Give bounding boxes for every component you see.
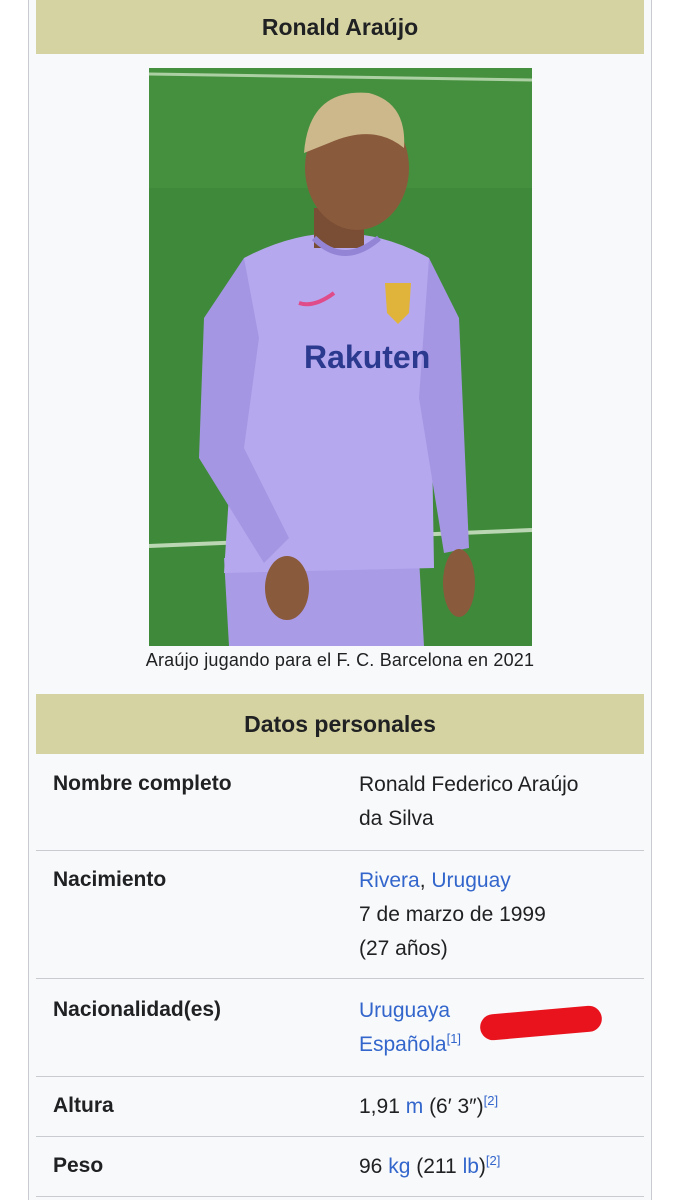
sponsor-text: Rakuten — [304, 339, 430, 375]
reference-2[interactable]: [2] — [484, 1093, 498, 1108]
row-value: Ronald Federico Araújo da Silva — [359, 768, 639, 836]
row-label: Peso — [53, 1154, 104, 1177]
reference-1[interactable]: [1] — [447, 1031, 461, 1046]
row-divider — [36, 850, 644, 851]
link-rivera[interactable]: Rivera — [359, 869, 420, 892]
row-label: Nacionalidad(es) — [53, 998, 222, 1021]
row-label: Nacimiento — [53, 868, 167, 891]
weight-value: 96 — [359, 1155, 383, 1178]
link-uruguay[interactable]: Uruguay — [431, 869, 510, 892]
row-label: Altura — [53, 1094, 114, 1117]
link-kilogram[interactable]: kg — [388, 1155, 410, 1178]
link-espanola[interactable]: Española — [359, 1033, 447, 1056]
infobox-title: Ronald Araújo — [36, 0, 644, 54]
link-uruguaya[interactable]: Uruguaya — [359, 999, 450, 1022]
row-peso: Peso 96 kg (211 lb)[2] — [36, 1150, 644, 1190]
full-name-line-1: Ronald Federico Araújo — [359, 773, 579, 796]
reference-2[interactable]: [2] — [486, 1153, 500, 1168]
age: (27 años) — [359, 937, 448, 960]
height-value: 1,91 — [359, 1095, 400, 1118]
birth-date: 7 de marzo de 1999 — [359, 903, 546, 926]
row-altura: Altura 1,91 m (6′ 3″)[2] — [36, 1090, 644, 1130]
section-header-datos-personales: Datos personales — [36, 694, 644, 754]
birth-place-separator: , — [419, 869, 426, 892]
image-caption: Araújo jugando para el F. C. Barcelona e… — [145, 650, 535, 670]
row-divider — [36, 1136, 644, 1137]
row-divider — [36, 1076, 644, 1077]
row-divider — [36, 1196, 644, 1197]
weight-imperial-close: ) — [478, 1155, 486, 1178]
height-imperial: (6′ 3″) — [429, 1095, 484, 1118]
full-name-line-2: da Silva — [359, 807, 434, 830]
player-photo[interactable]: Rakuten — [149, 68, 532, 646]
row-label: Nombre completo — [53, 772, 232, 795]
link-metre[interactable]: m — [406, 1095, 424, 1118]
row-value: 1,91 m (6′ 3″)[2] — [359, 1090, 639, 1124]
birth-place: Rivera, Uruguay — [359, 864, 639, 898]
weight-imperial-open: (211 — [416, 1155, 457, 1178]
row-nacimiento: Nacimiento Rivera, Uruguay 7 de marzo de… — [36, 864, 644, 974]
player-photo-illustration: Rakuten — [149, 68, 532, 646]
row-divider — [36, 978, 644, 979]
row-value: 96 kg (211 lb)[2] — [359, 1150, 639, 1184]
row-value: Rivera, Uruguay 7 de marzo de 1999 (27 a… — [359, 864, 639, 966]
row-nombre-completo: Nombre completo Ronald Federico Araújo d… — [36, 768, 644, 848]
link-pound[interactable]: lb — [463, 1155, 479, 1178]
